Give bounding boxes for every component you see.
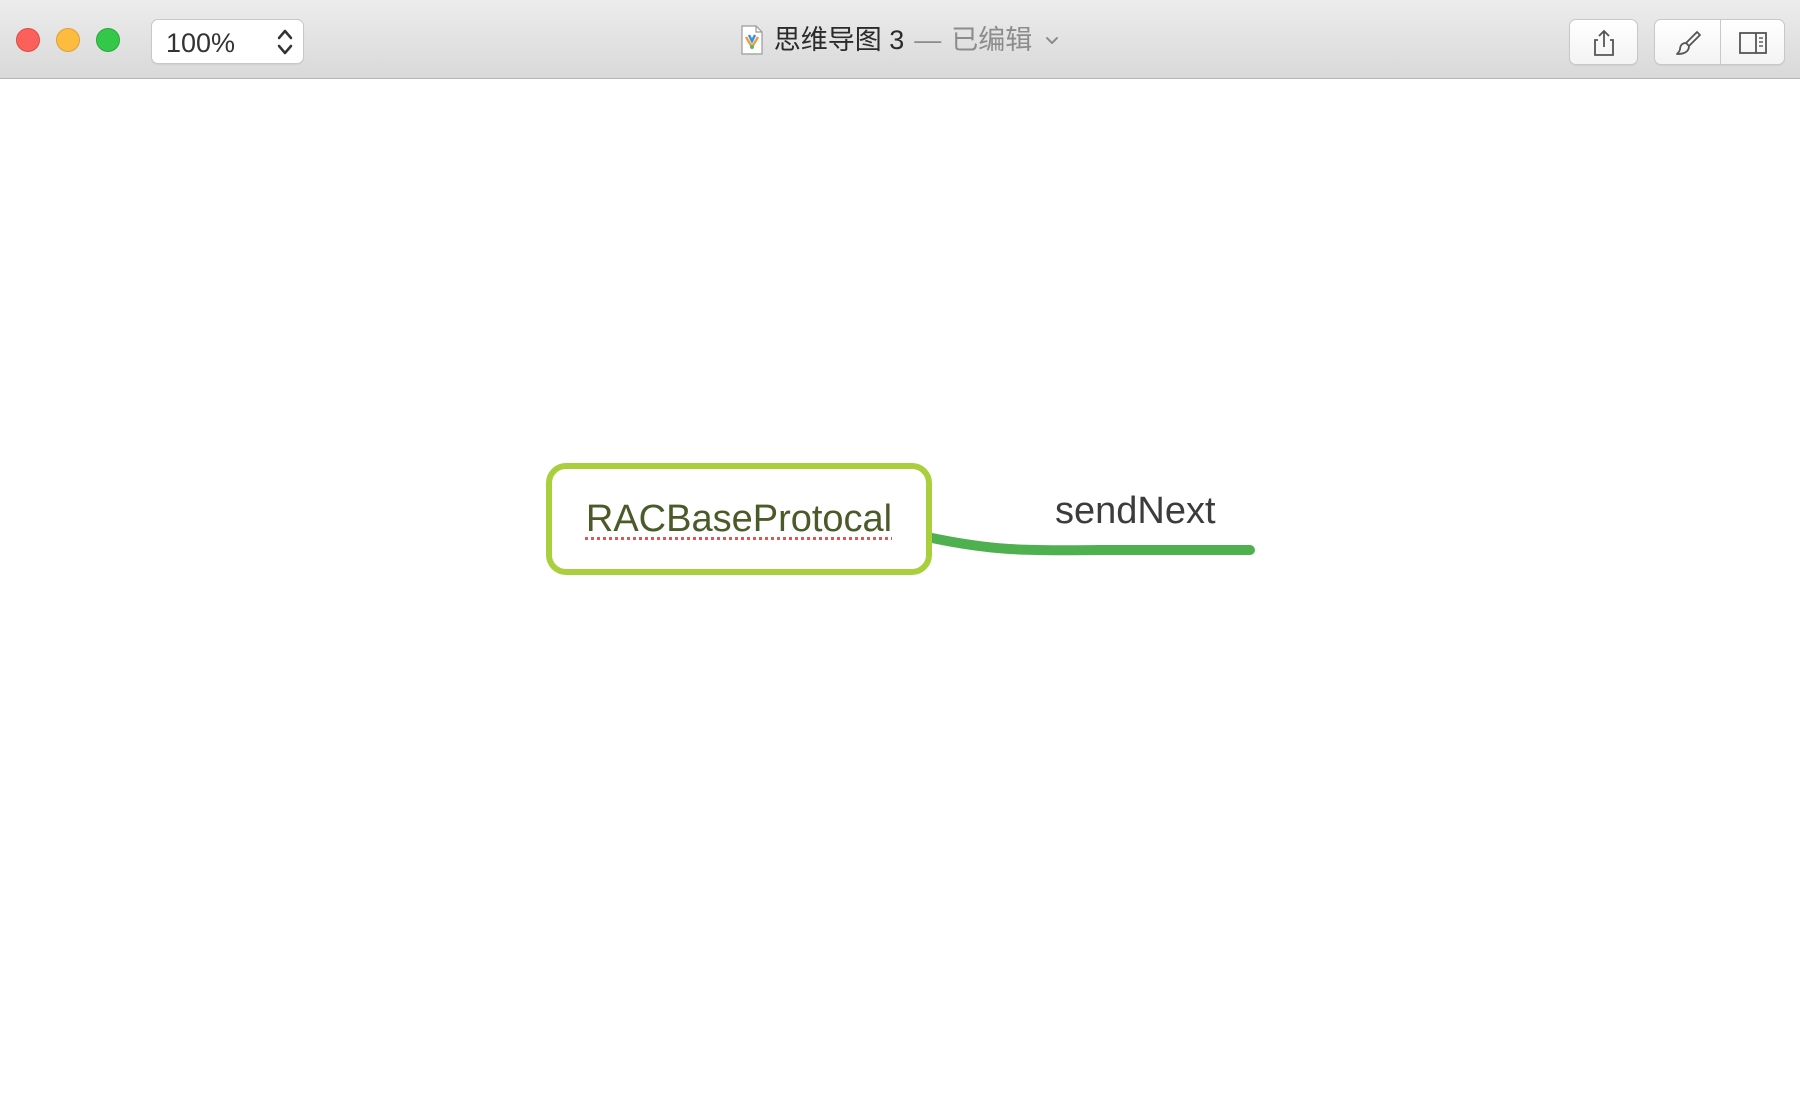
subtopic-sendnext[interactable]: sendNext [1055, 490, 1216, 533]
app-window: 100% 思维导图 3 — 已编辑 RACBaseProtocal sendNe… [0, 0, 1800, 1100]
title-bar[interactable]: 100% 思维导图 3 — 已编辑 [0, 0, 1800, 79]
document-title-bar: 思维导图 3 — 已编辑 [0, 20, 1800, 60]
document-title[interactable]: 思维导图 3 — 已编辑 [740, 20, 1061, 60]
format-panel-group[interactable] [1654, 19, 1785, 65]
share-icon [1594, 30, 1614, 56]
mindmap-canvas[interactable]: RACBaseProtocal sendNext [0, 80, 1800, 1100]
share-button[interactable] [1569, 19, 1638, 65]
chevron-down-icon[interactable] [1044, 34, 1060, 46]
toolbar-divider [1720, 20, 1721, 64]
central-topic[interactable]: RACBaseProtocal [546, 463, 932, 575]
mindmap-document-icon [741, 25, 763, 55]
document-edit-status: 已编辑 [951, 25, 1033, 55]
branch-connector [927, 533, 1255, 556]
document-name: 思维导图 3 [773, 25, 905, 55]
document-separator: — [914, 25, 942, 55]
central-topic-label: RACBaseProtocal [585, 497, 893, 540]
sidebar-toggle-icon[interactable] [1738, 29, 1768, 57]
brush-icon[interactable] [1673, 29, 1703, 57]
